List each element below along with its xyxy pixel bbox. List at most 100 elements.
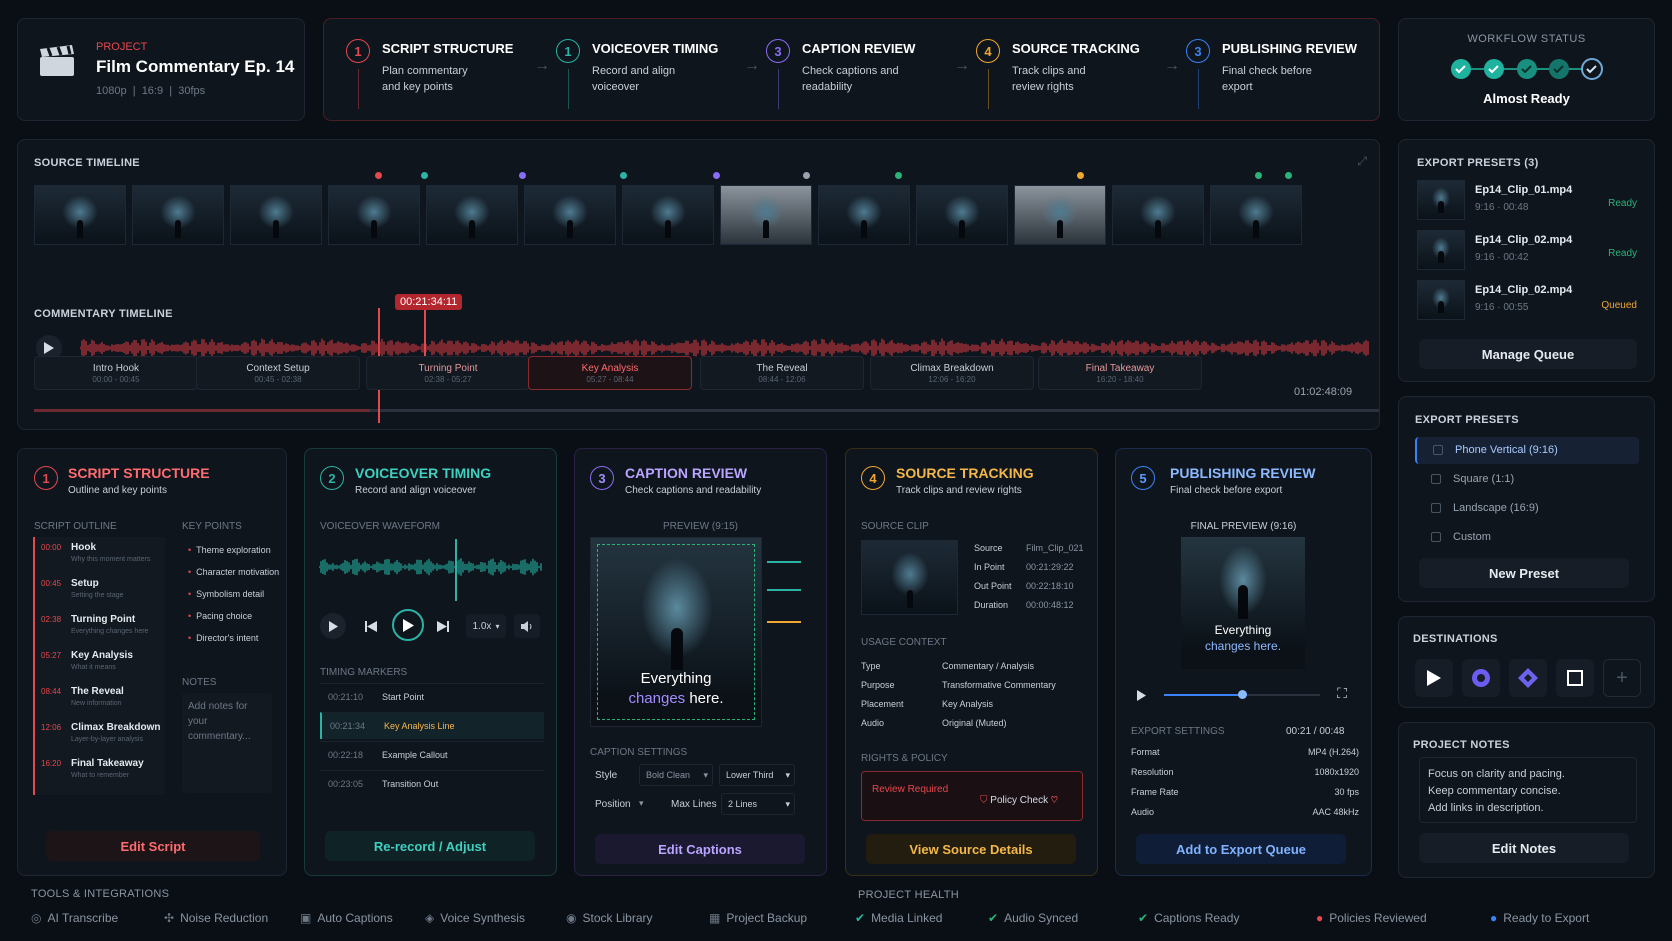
outline-name[interactable]: The Reveal: [71, 686, 124, 697]
volume-button[interactable]: [514, 614, 540, 638]
queue-item[interactable]: Ep14_Clip_01.mp4 9:16 · 00:48 Ready: [1417, 180, 1639, 222]
step-5[interactable]: 3 PUBLISHING REVIEW Final check before exp…: [1186, 39, 1376, 109]
step-1[interactable]: 1 SCRIPT STRUCTURE Plan commentary and key…: [346, 39, 536, 109]
skip-forward-button[interactable]: [430, 613, 456, 639]
source-marker[interactable]: [713, 172, 720, 179]
queue-item[interactable]: Ep14_Clip_02.mp4 9:16 · 00:55 Queued: [1417, 280, 1639, 322]
source-marker[interactable]: [1077, 172, 1084, 179]
source-marker[interactable]: [895, 172, 902, 179]
play-button[interactable]: [320, 613, 346, 639]
tool-auto-captions[interactable]: ▣ Auto Captions: [300, 911, 393, 925]
position-select[interactable]: ▾: [637, 793, 665, 815]
source-thumbnail[interactable]: [426, 185, 518, 245]
play-icon: [1427, 670, 1441, 686]
destination-diamond[interactable]: [1509, 659, 1547, 697]
font-select[interactable]: Lower Third ▾: [719, 764, 795, 786]
source-clip-thumbnail[interactable]: [861, 540, 958, 615]
source-marker[interactable]: [803, 172, 810, 179]
source-thumbnail[interactable]: [328, 185, 420, 245]
tool-ai-transcribe[interactable]: ◎ AI Transcribe: [31, 911, 118, 925]
chevron-down-icon: ▾: [639, 798, 644, 808]
skip-back-button[interactable]: [358, 613, 384, 639]
preset-item[interactable]: Phone Vertical (9:16): [1415, 437, 1639, 464]
play-button[interactable]: [1131, 685, 1151, 705]
add-destination-button[interactable]: +: [1603, 659, 1641, 697]
destination-youtube[interactable]: [1415, 659, 1453, 697]
notes-line: Keep commentary concise.: [1428, 785, 1561, 797]
notes-input[interactable]: Add notes for your commentary...: [182, 693, 272, 793]
source-thumbnail[interactable]: [230, 185, 322, 245]
queue-item[interactable]: Ep14_Clip_02.mp4 9:16 · 00:42 Ready: [1417, 230, 1639, 272]
marker-name: Start Point: [382, 692, 425, 702]
segment-context-setup[interactable]: Context Setup 00:45 - 02:38: [196, 356, 360, 390]
clapperboard-icon: [38, 45, 76, 77]
voiceover-waveform[interactable]: [319, 537, 543, 597]
source-thumbnail[interactable]: [916, 185, 1008, 245]
outline-name[interactable]: Hook: [71, 542, 96, 553]
new-preset-button[interactable]: New Preset: [1419, 558, 1629, 588]
tool-project-backup[interactable]: ▦ Project Backup: [709, 911, 807, 925]
outline-name[interactable]: Key Analysis: [71, 650, 133, 661]
tool-noise-reduction[interactable]: ✣ Noise Reduction: [164, 911, 268, 925]
segment-the-reveal[interactable]: The Reveal 08:44 - 12:06: [700, 356, 864, 390]
edit-script-button[interactable]: Edit Script: [46, 831, 260, 861]
source-thumbnail[interactable]: [34, 185, 126, 245]
source-marker[interactable]: [519, 172, 526, 179]
preset-item[interactable]: Landscape (16:9): [1415, 495, 1639, 522]
edit-captions-button[interactable]: Edit Captions: [595, 834, 805, 864]
segment-intro-hook[interactable]: Intro Hook 00:00 - 00:45: [34, 356, 198, 390]
segment-key-analysis[interactable]: Key Analysis 05:27 - 08:44: [528, 356, 692, 390]
source-thumbnail[interactable]: [1014, 185, 1106, 245]
segment-final-takeaway[interactable]: Final Takeaway 16:20 - 18:40: [1038, 356, 1202, 390]
source-marker[interactable]: [1255, 172, 1262, 179]
timing-marker[interactable]: 00:21:10 Start Point: [320, 683, 544, 710]
preset-item[interactable]: Square (1:1): [1415, 466, 1639, 493]
link-icon[interactable]: ⤢: [1357, 154, 1367, 169]
source-thumbnail[interactable]: [524, 185, 616, 245]
timing-marker[interactable]: 00:22:18 Example Callout: [320, 741, 544, 768]
step-3[interactable]: 3 CAPTION REVIEW Check captions and readab…: [766, 39, 956, 109]
export-queue-panel: EXPORT PRESETS (3) Ep14_Clip_01.mp4 9:16 …: [1398, 139, 1655, 382]
tool-voice-synthesis[interactable]: ◈ Voice Synthesis: [425, 911, 525, 925]
outline-name[interactable]: Setup: [71, 578, 99, 589]
source-scrubber[interactable]: [34, 409, 1379, 412]
edit-notes-button[interactable]: Edit Notes: [1419, 833, 1629, 863]
source-marker[interactable]: [1285, 172, 1292, 179]
source-thumbnail[interactable]: [132, 185, 224, 245]
segment-turning-point[interactable]: Turning Point 02:38 - 05:27: [366, 356, 530, 390]
source-marker[interactable]: [620, 172, 627, 179]
outline-name[interactable]: Turning Point: [71, 614, 135, 625]
source-thumbnail[interactable]: [622, 185, 714, 245]
timing-marker[interactable]: 00:21:34 Key Analysis Line: [320, 712, 544, 739]
style-select[interactable]: Bold Clean ▾: [639, 764, 713, 786]
step-4[interactable]: 4 SOURCE TRACKING Track clips and review r…: [976, 39, 1166, 109]
source-thumbnail[interactable]: [720, 185, 812, 245]
outline-name[interactable]: Final Takeaway: [71, 758, 144, 769]
manage-queue-button[interactable]: Manage Queue: [1419, 339, 1637, 369]
project-notes-text[interactable]: Focus on clarity and pacing. Keep commen…: [1419, 757, 1637, 823]
timing-marker[interactable]: 00:23:05 Transition Out: [320, 770, 544, 797]
voiceover-playhead[interactable]: [455, 539, 457, 601]
add-to-export-queue-button[interactable]: Add to Export Queue: [1136, 834, 1346, 864]
source-marker[interactable]: [375, 172, 382, 179]
source-marker[interactable]: [421, 172, 428, 179]
segment-climax-breakdown[interactable]: Climax Breakdown 12:06 - 16:20: [870, 356, 1034, 390]
step-2[interactable]: 1 VOICEOVER TIMING Record and align voiceo…: [556, 39, 746, 109]
outline-name[interactable]: Climax Breakdown: [71, 722, 160, 733]
re-record-button[interactable]: Re-record / Adjust: [325, 831, 535, 861]
tool-stock-library[interactable]: ◉ Stock Library: [566, 911, 653, 925]
source-thumbnail[interactable]: [1210, 185, 1302, 245]
view-source-details-button[interactable]: View Source Details: [866, 834, 1076, 864]
info-key: Purpose: [861, 680, 895, 690]
destination-square[interactable]: [1556, 659, 1594, 697]
destination-circle[interactable]: [1462, 659, 1500, 697]
speed-select[interactable]: 1.0x ▾: [466, 614, 506, 638]
source-thumbnail[interactable]: [818, 185, 910, 245]
policy-check-button[interactable]: ⛉ Policy Check ♡: [980, 795, 1058, 806]
maxlines-select[interactable]: 2 Lines ▾: [721, 793, 795, 815]
play-pause-button[interactable]: [392, 609, 424, 641]
scrubber-knob[interactable]: [1238, 690, 1247, 699]
preset-item[interactable]: Custom: [1415, 524, 1639, 551]
source-thumbnail[interactable]: [1112, 185, 1204, 245]
fullscreen-button[interactable]: ⛶: [1332, 685, 1352, 705]
